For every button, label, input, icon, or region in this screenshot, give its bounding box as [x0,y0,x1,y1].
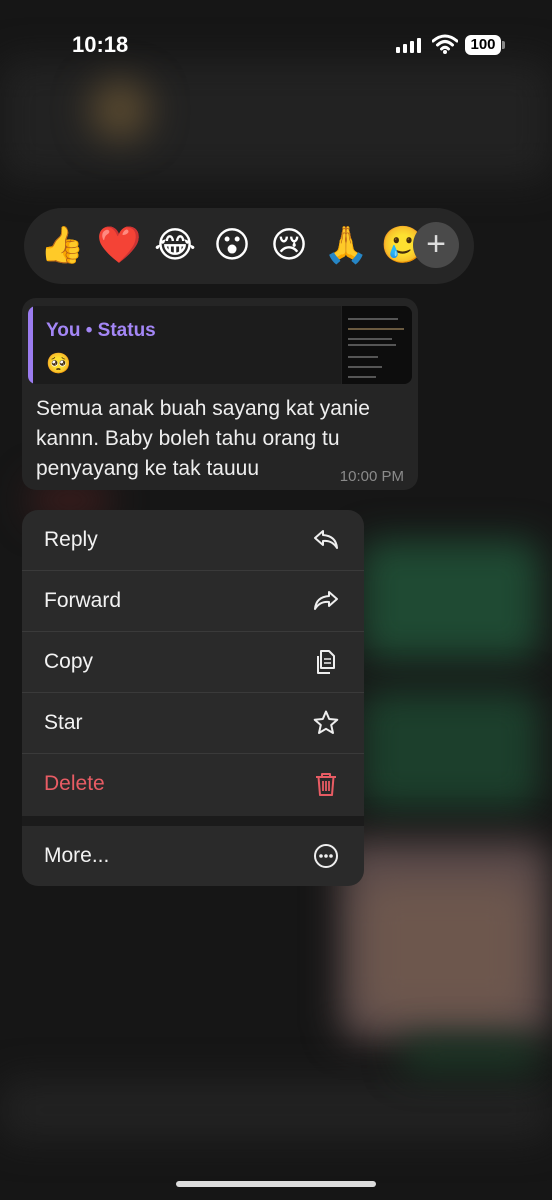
status-thumbnail [341,306,412,384]
quote-title: You • Status [46,320,156,341]
battery-indicator: 100 [465,35,501,55]
reaction-heart[interactable]: ❤️ [86,213,152,279]
copy-icon [317,650,335,674]
more-reactions-button[interactable]: + [413,222,459,268]
reaction-crying[interactable]: 😢 [265,222,313,270]
plus-icon: + [426,225,446,263]
menu-item-more[interactable]: More... [22,826,364,886]
menu-item-label: Copy [44,650,94,673]
reaction-bar: 👍 ❤️ 😂 😮 😢 🙏 🥲 [24,208,474,284]
menu-item-forward[interactable]: Forward [22,571,364,632]
reaction-thumbs-up[interactable]: 👍 [38,222,86,270]
status-time: 10:18 [72,32,129,57]
menu-item-label: More... [44,844,110,867]
quoted-status[interactable]: You • Status 🥺 [28,306,412,384]
home-indicator[interactable] [176,1181,376,1187]
reaction-laughing[interactable]: 😂 [151,222,199,270]
reaction-pray[interactable]: 🙏 [322,222,370,270]
ellipsis-circle-icon [314,844,338,868]
star-icon [313,710,339,734]
status-bar: 10:18 100 [0,0,552,90]
message-bubble[interactable]: You • Status 🥺 Semua anak buah sayang ka… [22,298,418,490]
reply-icon [314,530,338,549]
trash-icon [316,773,336,796]
menu-item-copy[interactable]: Copy [22,632,364,693]
menu-item-label: Delete [44,772,105,795]
menu-item-label: Star [44,711,83,734]
quote-accent-bar [28,306,33,384]
menu-item-star[interactable]: Star [22,693,364,754]
reaction-surprised[interactable]: 😮 [208,222,256,270]
menu-item-delete[interactable]: Delete [22,754,364,814]
menu-separator [22,816,364,826]
battery-cap [502,41,505,49]
wifi-icon [432,34,458,54]
menu-item-label: Forward [44,589,122,612]
quote-emoji: 🥺 [46,351,71,375]
menu-item-reply[interactable]: Reply [22,510,364,571]
forward-icon [314,591,338,610]
context-menu: Reply Forward Copy Star Delete More... [22,510,364,886]
cellular-signal-icon [396,37,421,53]
message-time: 10:00 PM [339,468,404,485]
menu-item-label: Reply [44,528,98,551]
